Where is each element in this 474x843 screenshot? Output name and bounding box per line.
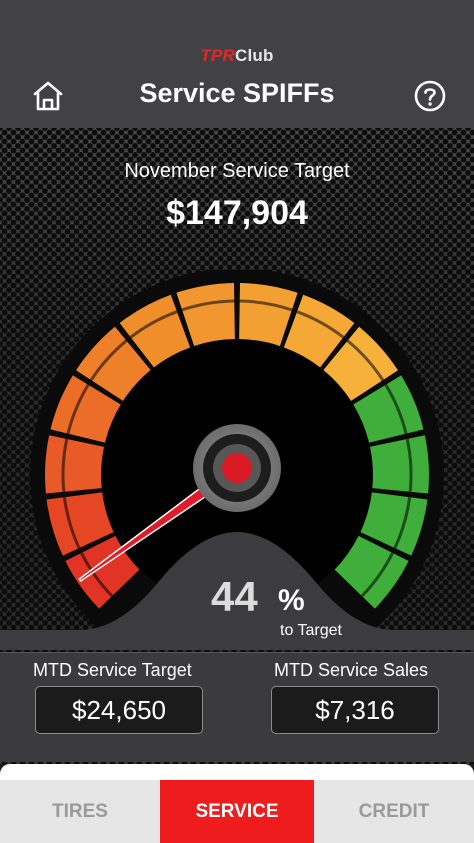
percent-symbol: %: [278, 584, 305, 617]
mtd-sales-label: MTD Service Sales: [274, 660, 429, 680]
brand-logo: TPRClub: [0, 46, 474, 66]
page-title: Service SPIFFs: [139, 78, 335, 108]
header-bar: TPRClub Service SPIFFs: [0, 0, 474, 128]
brand-prefix: TPR: [200, 46, 236, 65]
target-label: November Service Target: [124, 160, 350, 182]
needle-hub-cap: [222, 453, 252, 483]
tab-service[interactable]: SERVICE: [160, 780, 314, 843]
mtd-target-label: MTD Service Target: [33, 660, 192, 680]
target-value: $147,904: [166, 194, 308, 232]
tab-credit[interactable]: CREDIT: [314, 780, 474, 843]
mtd-sales-value: $7,316: [271, 686, 439, 734]
help-button[interactable]: [412, 78, 448, 114]
tab-bar: TIRES SERVICE CREDIT: [0, 780, 474, 843]
app-screen: TPRClub Service SPIFFs November Service …: [0, 0, 474, 843]
tabbar-edge: [0, 764, 474, 780]
question-circle-icon: [414, 80, 446, 112]
tab-tires[interactable]: TIRES: [0, 780, 160, 843]
mtd-target-value: $24,650: [35, 686, 203, 734]
percent-value: 44: [211, 573, 258, 620]
to-target-label: to Target: [280, 622, 342, 639]
brand-suffix: Club: [235, 46, 274, 65]
